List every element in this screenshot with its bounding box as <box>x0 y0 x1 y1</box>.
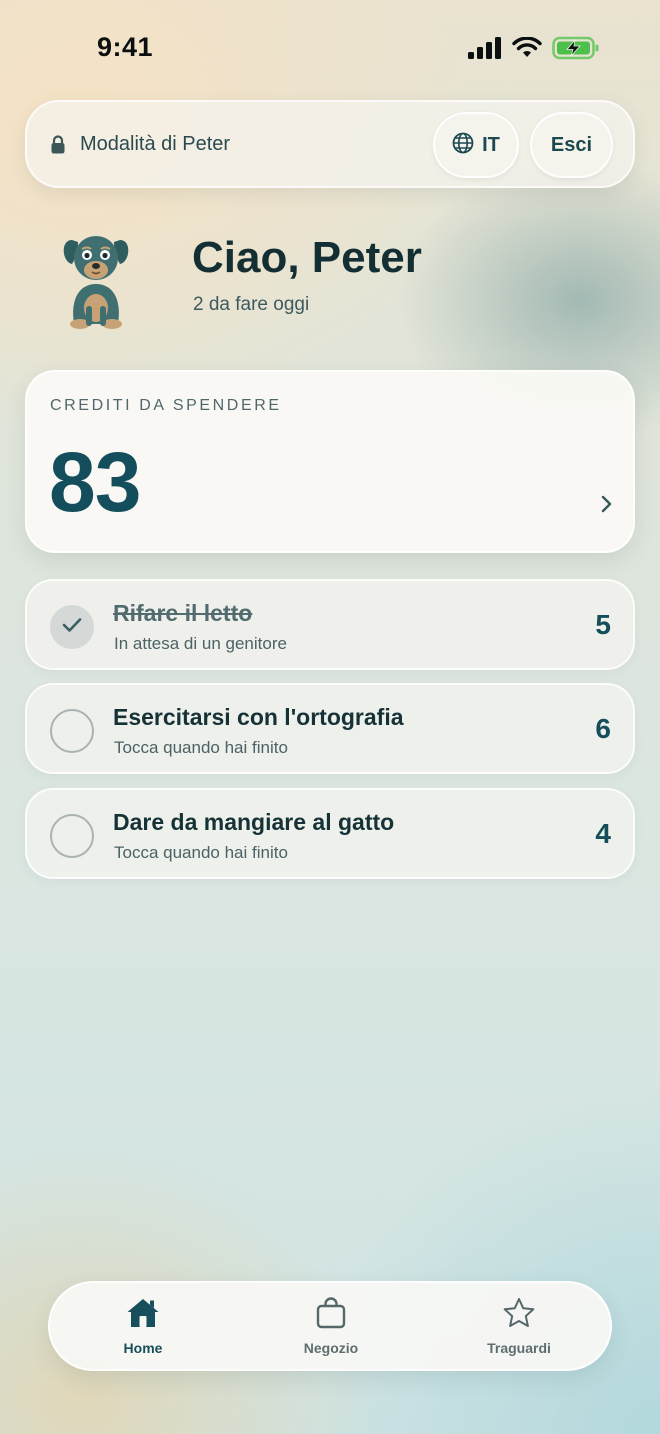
mode-header: Modalità di Peter IT Esci <box>25 100 635 188</box>
dog-avatar <box>58 228 134 332</box>
task-status: Tocca quando hai finito <box>114 843 288 862</box>
task-checkbox[interactable] <box>50 709 94 753</box>
language-button[interactable]: IT <box>433 112 519 178</box>
tab-label: Negozio <box>303 1340 359 1356</box>
task-points: 5 <box>595 609 611 640</box>
task-row[interactable]: Rifare il letto In attesa di un genitore… <box>25 579 635 670</box>
task-title: Rifare il letto <box>113 600 253 626</box>
tab-label: Home <box>123 1340 163 1356</box>
task-checkbox-checked[interactable] <box>50 605 94 649</box>
greeting-subtitle: 2 da fare oggi <box>193 294 310 315</box>
battery-charging-icon <box>552 36 600 65</box>
home-icon <box>126 1297 160 1334</box>
greeting-title: Ciao, Peter <box>192 233 422 282</box>
status-bar: 9:41 <box>0 0 660 96</box>
globe-icon <box>452 132 474 159</box>
credits-label: CREDITI DA SPENDERE <box>50 397 282 414</box>
shopping-bag-icon <box>316 1296 346 1334</box>
star-icon <box>502 1297 536 1334</box>
tab-bar: Home Negozio Traguardi <box>48 1281 612 1371</box>
task-row[interactable]: Esercitarsi con l'ortografia Tocca quand… <box>25 683 635 774</box>
checkmark-icon <box>62 617 82 638</box>
wifi-icon <box>512 36 542 64</box>
chevron-right-icon <box>600 494 614 519</box>
task-checkbox[interactable] <box>50 814 94 858</box>
task-title: Esercitarsi con l'ortografia <box>113 704 404 730</box>
task-status: Tocca quando hai finito <box>114 738 288 757</box>
lock-icon <box>51 135 65 159</box>
mode-label: Modalità di Peter <box>80 133 231 155</box>
status-icons <box>468 36 600 65</box>
credits-card[interactable]: CREDITI DA SPENDERE 83 <box>25 370 635 553</box>
task-title: Dare da mangiare al gatto <box>113 809 395 835</box>
tab-label: Traguardi <box>487 1340 551 1356</box>
task-row[interactable]: Dare da mangiare al gatto Tocca quando h… <box>25 788 635 879</box>
exit-button[interactable]: Esci <box>530 112 613 178</box>
task-points: 6 <box>595 713 611 744</box>
tab-shop[interactable]: Negozio <box>276 1296 386 1361</box>
language-label: IT <box>482 133 500 156</box>
task-status: In attesa di un genitore <box>114 634 287 653</box>
tab-achievements[interactable]: Traguardi <box>464 1297 574 1361</box>
task-points: 4 <box>595 818 611 849</box>
tab-home[interactable]: Home <box>88 1297 198 1361</box>
credits-value: 83 <box>49 435 141 529</box>
status-time: 9:41 <box>97 32 154 62</box>
cellular-signal-icon <box>468 37 502 64</box>
